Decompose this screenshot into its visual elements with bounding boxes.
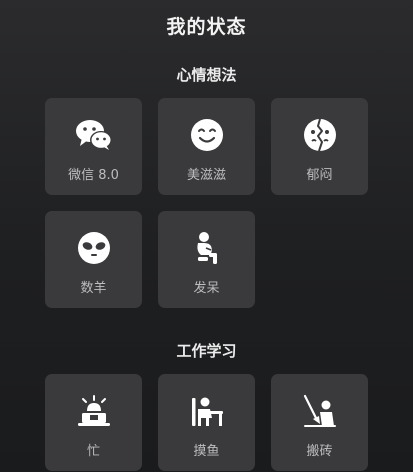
status-tile-label: 数羊 (80, 281, 107, 296)
status-tile-wechat[interactable]: 微信 8.0 (45, 98, 142, 195)
status-tile-label: 发呆 (193, 281, 220, 296)
status-tile-gloomy[interactable]: 郁闷 (271, 98, 368, 195)
status-tile-label: 郁闷 (306, 168, 333, 183)
alarm-laptop-icon (45, 394, 142, 428)
status-tile-label: 摸鱼 (193, 444, 220, 459)
status-tile-label: 微信 8.0 (68, 168, 119, 183)
sitting-figure-icon (158, 231, 255, 265)
status-tile-happy[interactable]: 美滋滋 (158, 98, 255, 195)
status-tile-grinding[interactable]: 搬砖 (271, 374, 368, 471)
shovel-person-icon (271, 394, 368, 428)
status-tile-daze[interactable]: 发呆 (158, 211, 255, 308)
page-title: 我的状态 (166, 16, 247, 38)
desk-person-icon (158, 394, 255, 428)
split-face-icon (271, 118, 368, 152)
status-tile-slacking[interactable]: 摸鱼 (158, 374, 255, 471)
section-title-mood: 心情想法 (176, 66, 237, 84)
status-page: 我的状态 心情想法 微信 8.0 美滋滋 郁闷 数羊 发呆 工作学习 忙 摸鱼 … (0, 0, 413, 472)
status-tile-label: 忙 (86, 444, 100, 459)
status-tile-label: 美滋滋 (186, 168, 226, 183)
status-tile-label: 搬砖 (306, 444, 333, 459)
wechat-icon (45, 118, 142, 152)
status-tile-busy[interactable]: 忙 (45, 374, 142, 471)
status-tile-counting-sheep[interactable]: 数羊 (45, 211, 142, 308)
section-title-work: 工作学习 (176, 342, 237, 360)
sheep-face-icon (45, 231, 142, 265)
smile-face-icon (158, 118, 255, 152)
